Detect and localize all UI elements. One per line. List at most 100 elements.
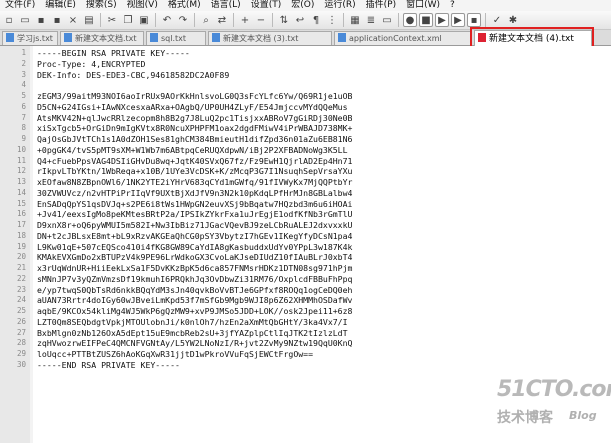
close-icon[interactable]: × <box>66 13 80 27</box>
line-text[interactable]: aUAN73Rrtr4doIGy60wJBveiLmKpd53f7mSfGb9M… <box>37 295 352 306</box>
editor-line[interactable]: 15 EnSADqQpYS1qsDVJq+s2PE6i8tWs1HWpGN2euv… <box>0 199 611 210</box>
menu-item[interactable]: ? <box>445 0 460 11</box>
editor-line[interactable]: 3 DEK-Info: DES-EDE3-CBC,94618582DC2A0F89 <box>0 70 611 81</box>
tab-file[interactable]: 新建文本文档.txt <box>60 31 144 45</box>
editor-line[interactable]: 26 LZT0Qm8SEQbdgtVpkjMTOUlobnJi/k0nlOh7/h… <box>0 317 611 328</box>
line-text[interactable]: DEK-Info: DES-EDE3-CBC,94618582DC2A0F89 <box>37 70 229 81</box>
editor-line[interactable]: 30 -----END RSA PRIVATE KEY----- <box>0 360 611 371</box>
stop-macro-icon[interactable]: ■ <box>419 13 433 27</box>
indent-guide-icon[interactable]: ⋮ <box>325 13 339 27</box>
line-text[interactable]: D9xnX8r+oQ6pyWMUI5m582I+Nw3IbBiz71JGacVQ… <box>37 220 352 231</box>
tab-file[interactable]: sql.txt <box>146 31 206 45</box>
editor-line[interactable]: 5 zEGM3/99aitM93NOI6aoIrRUx9AOrKkHnlsvoLG… <box>0 91 611 102</box>
tab-file[interactable]: applicationContext.xml <box>334 31 472 45</box>
menu-item[interactable]: 运行(R) <box>319 0 360 11</box>
menu-item[interactable]: 搜索(S) <box>81 0 122 11</box>
editor-lines[interactable]: 1 -----BEGIN RSA PRIVATE KEY----- 2 Proc-Ty… <box>0 48 611 371</box>
editor-line[interactable]: 7 AtsMKV42N+qlJwcRRlzecopm8h8B2g7J8LuQ2pc… <box>0 113 611 124</box>
editor-line[interactable]: 22 sMNnJP7v3yQZmVmzsDf19kmuhI6PRQkhJq3OvD… <box>0 274 611 285</box>
wrap-icon[interactable]: ↩ <box>293 13 307 27</box>
tab-file[interactable]: 新建文本文档 (3).txt <box>208 31 332 45</box>
redo-icon[interactable]: ↷ <box>176 13 190 27</box>
line-text[interactable]: loUqcc+PTTBtZUSZ6hAoKGqXwR31jjtD1wPkroVV… <box>37 349 313 360</box>
play-macro-multiple-icon[interactable]: ▶ <box>451 13 465 27</box>
print-icon[interactable]: ▤ <box>82 13 96 27</box>
sync-scroll-icon[interactable]: ⇅ <box>277 13 291 27</box>
editor-line[interactable]: 21 x3rUqWdnUR+HiiEekLxSa1F5DvKKzBpK5d6ca8… <box>0 263 611 274</box>
line-text[interactable]: zqHVwozrwEIFPeC4QMCNFVGNtAy/L5YW2LNoNzI/… <box>37 338 352 349</box>
editor-line[interactable]: 4 <box>0 80 611 91</box>
undo-icon[interactable]: ↶ <box>160 13 174 27</box>
line-text[interactable]: Q4+cFuebPpsVAG4DSIiGHvDu8wq+JqtK40SVxQ67… <box>37 156 352 167</box>
save-all-icon[interactable]: ▪ <box>50 13 64 27</box>
line-text[interactable]: +0pgGK4/tvS5pMT9sXM+W1Wb7m6ABtpqCeRUQXdp… <box>37 145 348 156</box>
editor-line[interactable]: 23 e/yp7twqS0QbTsRd6nkkBQqYdM3sJn40qvkBoV… <box>0 285 611 296</box>
menu-item[interactable]: 窗口(W) <box>401 0 445 11</box>
editor-line[interactable]: 9 QajOsGbJVtTCh1s1A0dZOH1Ses81ghCM384Bmie… <box>0 134 611 145</box>
line-text[interactable]: rIkpvLTbYKtn/1WbReqa+x10B/1UYe3VcDSK+K/z… <box>37 166 352 177</box>
editor-line[interactable]: 25 aqbE/9KCOx54kliMg4WJ5WkP6gQzMW9+xvP9JM… <box>0 306 611 317</box>
line-text[interactable]: DN+t2cJBLsxE8mt+bL9xRzvAKGEaQhCG0pSY3Vby… <box>37 231 352 242</box>
new-file-icon[interactable]: ▫ <box>2 13 16 27</box>
line-text[interactable]: x3rUqWdnUR+HiiEekLxSa1F5DvKKzBpK5d6ca857… <box>37 263 352 274</box>
editor-line[interactable]: 10 +0pgGK4/tvS5pMT9sXM+W1Wb7m6ABtpqCeRUQX… <box>0 145 611 156</box>
line-text[interactable]: zEGM3/99aitM93NOI6aoIrRUx9AOrKkHnlsvoLG0… <box>37 91 352 102</box>
line-text[interactable]: -----BEGIN RSA PRIVATE KEY----- <box>37 48 190 59</box>
line-text[interactable]: aqbE/9KCOx54kliMg4WJ5WkP6gQzMW9+xvP9JMSo… <box>37 306 352 317</box>
spell-check-icon[interactable]: ✓ <box>490 13 504 27</box>
line-text[interactable]: xEOfaw8N8ZBpnOWl6/1NK2YTE2iYHrV683qCYd1m… <box>37 177 352 188</box>
menu-item[interactable]: 视图(V) <box>122 0 163 11</box>
zoom-in-icon[interactable]: + <box>238 13 252 27</box>
zoom-out-icon[interactable]: − <box>254 13 268 27</box>
editor-line[interactable]: 1 -----BEGIN RSA PRIVATE KEY----- <box>0 48 611 59</box>
plugin-icon[interactable]: ✱ <box>506 13 520 27</box>
save-macro-icon[interactable]: ▪ <box>467 13 481 27</box>
replace-icon[interactable]: ⇄ <box>215 13 229 27</box>
editor-line[interactable]: 29 loUqcc+PTTBtZUSZ6hAoKGqXwR31jjtD1wPkro… <box>0 349 611 360</box>
menu-item[interactable]: 格式(M) <box>163 0 206 11</box>
editor-line[interactable]: 12 rIkpvLTbYKtn/1WbReqa+x10B/1UYe3VcDSK+K… <box>0 166 611 177</box>
paste-icon[interactable]: ▣ <box>137 13 151 27</box>
editor-line[interactable]: 19 L9Kw01qE+507cEQSco410i4fKG8GW89CaYdIA8… <box>0 242 611 253</box>
line-text[interactable]: L9Kw01qE+507cEQSco410i4fKG8GW89CaYdIA8gK… <box>37 242 352 253</box>
line-text[interactable]: +Jv41/eexsIgMo8peKMtesBRtP2a/IPSIkZYkrFx… <box>37 209 352 220</box>
line-text[interactable]: BxbMlgn0zNb126OxA5dEpt15uE9mcbReb2sU+3jf… <box>37 328 348 339</box>
editor-line[interactable]: 11 Q4+cFuebPpsVAG4DSIiGHvDu8wq+JqtK40SVxQ… <box>0 156 611 167</box>
line-text[interactable]: 30ZVWUVcz/n2vHTPiPrIIqVf9UXtBjXdJfV9n3N2… <box>37 188 352 199</box>
save-icon[interactable]: ▪ <box>34 13 48 27</box>
open-file-icon[interactable]: ▭ <box>18 13 32 27</box>
line-text[interactable]: KMAkEVXGmDo2xBTUPzV4k9PE96LrWdkoGX3CvoLa… <box>37 252 352 263</box>
line-text[interactable]: sMNnJP7v3yQZmVmzsDf19kmuhI6PRQkhJq3OvDbw… <box>37 274 352 285</box>
function-list-icon[interactable]: ≣ <box>364 13 378 27</box>
line-text[interactable]: Proc-Type: 4,ENCRYPTED <box>37 59 145 70</box>
editor-line[interactable]: 24 aUAN73Rrtr4doIGy60wJBveiLmKpd53f7mSfGb… <box>0 295 611 306</box>
editor-line[interactable]: 13 xEOfaw8N8ZBpnOWl6/1NK2YTE2iYHrV683qCYd… <box>0 177 611 188</box>
editor-line[interactable]: 18 DN+t2cJBLsxE8mt+bL9xRzvAKGEaQhCG0pSY3V… <box>0 231 611 242</box>
find-icon[interactable]: ⌕ <box>199 13 213 27</box>
line-text[interactable]: xiSxTgcb5+OrGiDn9mIgKVtx8R0NcuXPHPFM1oax… <box>37 123 352 134</box>
line-text[interactable]: D5CN+G24IGsi+IAwNXcesxaARxa+OAgbQ/UP0UH4… <box>37 102 348 113</box>
menu-item[interactable]: 插件(P) <box>361 0 401 11</box>
editor-line[interactable]: 20 KMAkEVXGmDo2xBTUPzV4k9PE96LrWdkoGX3Cvo… <box>0 252 611 263</box>
line-text[interactable]: AtsMKV42N+qlJwcRRlzecopm8h8B2g7J8LuQ2pc1… <box>37 113 352 124</box>
editor-line[interactable]: 27 BxbMlgn0zNb126OxA5dEpt15uE9mcbReb2sU+3… <box>0 328 611 339</box>
folder-workspace-icon[interactable]: ▭ <box>380 13 394 27</box>
editor-line[interactable]: 8 xiSxTgcb5+OrGiDn9mIgKVtx8R0NcuXPHPFM1oa… <box>0 123 611 134</box>
editor-line[interactable]: 6 D5CN+G24IGsi+IAwNXcesxaARxa+OAgbQ/UP0UH… <box>0 102 611 113</box>
line-text[interactable]: e/yp7twqS0QbTsRd6nkkBQqYdM3sJn40qvkBoVvB… <box>37 285 352 296</box>
doc-map-icon[interactable]: ▦ <box>348 13 362 27</box>
menu-item[interactable]: 宏(O) <box>286 0 319 11</box>
play-macro-icon[interactable]: ▶ <box>435 13 449 27</box>
all-chars-icon[interactable]: ¶ <box>309 13 323 27</box>
cut-icon[interactable]: ✂ <box>105 13 119 27</box>
tab-file[interactable]: 学习js.txt <box>2 31 58 45</box>
editor-line[interactable]: 2 Proc-Type: 4,ENCRYPTED <box>0 59 611 70</box>
copy-icon[interactable]: ❐ <box>121 13 135 27</box>
line-text[interactable]: QajOsGbJVtTCh1s1A0dZOH1Ses81ghCM384Bmieu… <box>37 134 352 145</box>
menu-item[interactable]: 编辑(E) <box>40 0 81 11</box>
editor-line[interactable]: 14 30ZVWUVcz/n2vHTPiPrIIqVf9UXtBjXdJfV9n3… <box>0 188 611 199</box>
editor-line[interactable]: 17 D9xnX8r+oQ6pyWMUI5m582I+Nw3IbBiz71JGac… <box>0 220 611 231</box>
menu-item[interactable]: 文件(F) <box>0 0 40 11</box>
editor-line[interactable]: 28 zqHVwozrwEIFPeC4QMCNFVGNtAy/L5YW2LNoNz… <box>0 338 611 349</box>
line-text[interactable]: EnSADqQpYS1qsDVJq+s2PE6i8tWs1HWpGN2euvXS… <box>37 199 352 210</box>
